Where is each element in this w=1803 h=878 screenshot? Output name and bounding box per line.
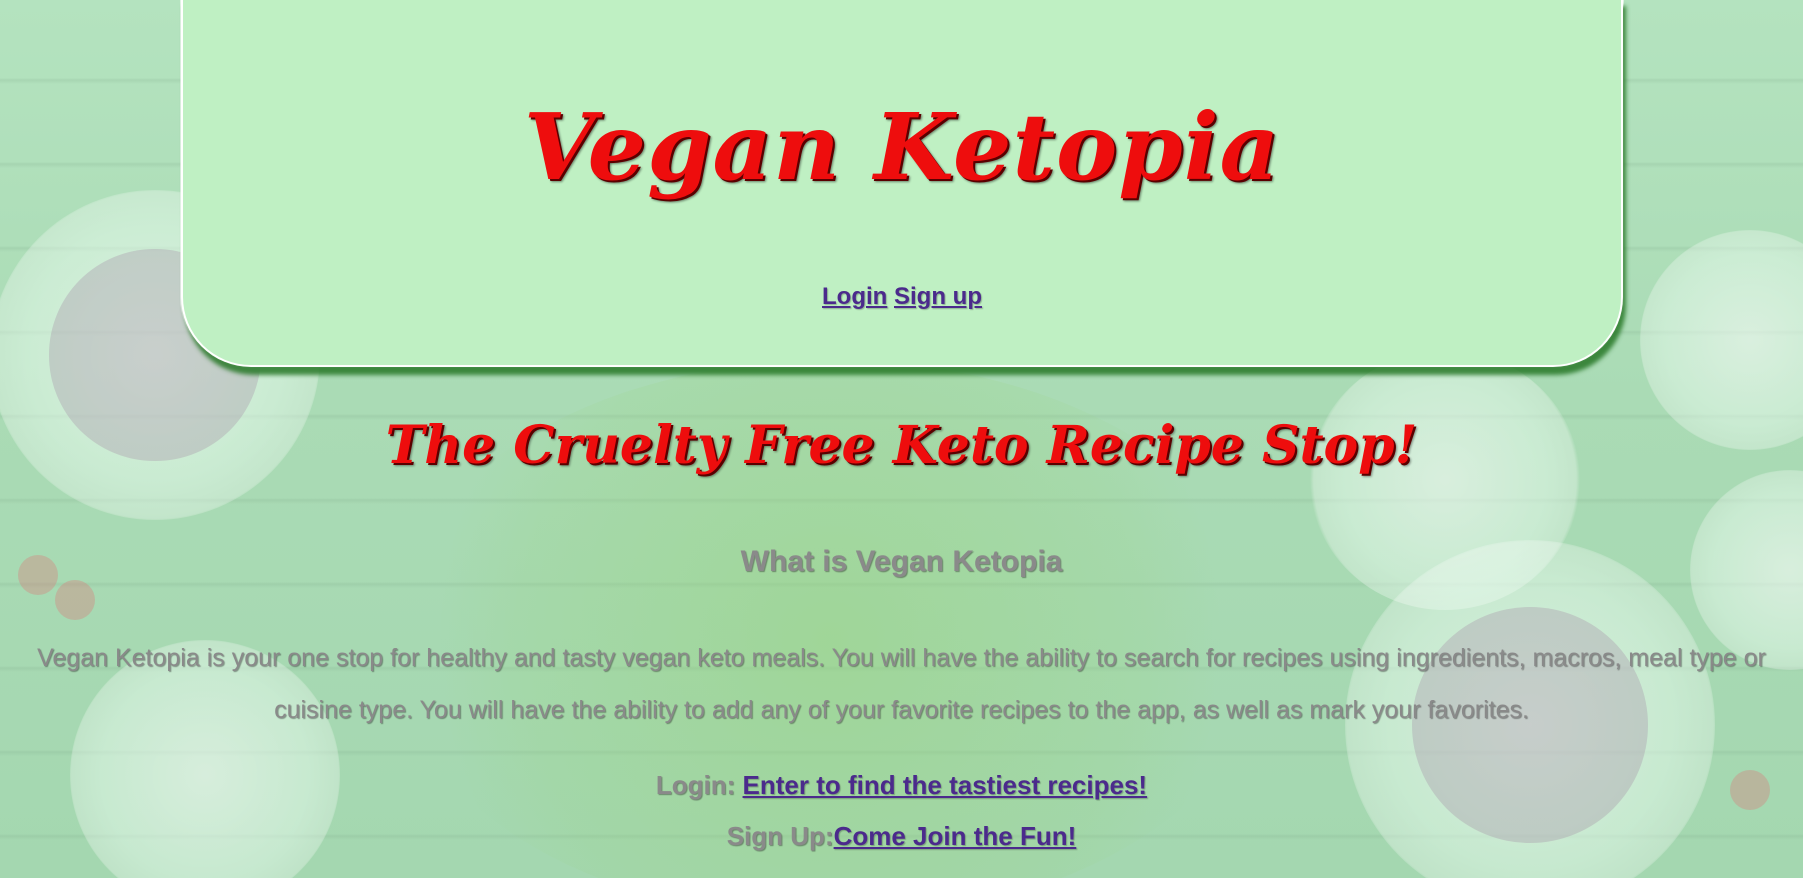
site-header: Vegan Ketopia Login Sign up [181,0,1623,367]
about-heading: What is Vegan Ketopia [740,545,1063,578]
signup-link[interactable]: Sign up [894,283,982,310]
login-cta-link[interactable]: Enter to find the tastiest recipes! [743,770,1148,800]
login-cta-label: Login: [655,770,743,800]
login-cta: Login: Enter to find the tastiest recipe… [0,770,1803,801]
site-title: Vegan Ketopia [523,93,1281,201]
strawberry [55,580,95,620]
login-link[interactable]: Login [822,283,887,310]
signup-cta-label: Sign Up: [726,821,834,851]
about-text: Vegan Ketopia is your one stop for healt… [37,644,1766,724]
signup-cta-link[interactable]: Come Join the Fun! [834,821,1077,851]
auth-nav: Login Sign up [183,283,1621,311]
signup-cta: Sign Up:Come Join the Fun! [0,821,1803,852]
tagline: The Cruelty Free Keto Recipe Stop! [385,415,1418,476]
